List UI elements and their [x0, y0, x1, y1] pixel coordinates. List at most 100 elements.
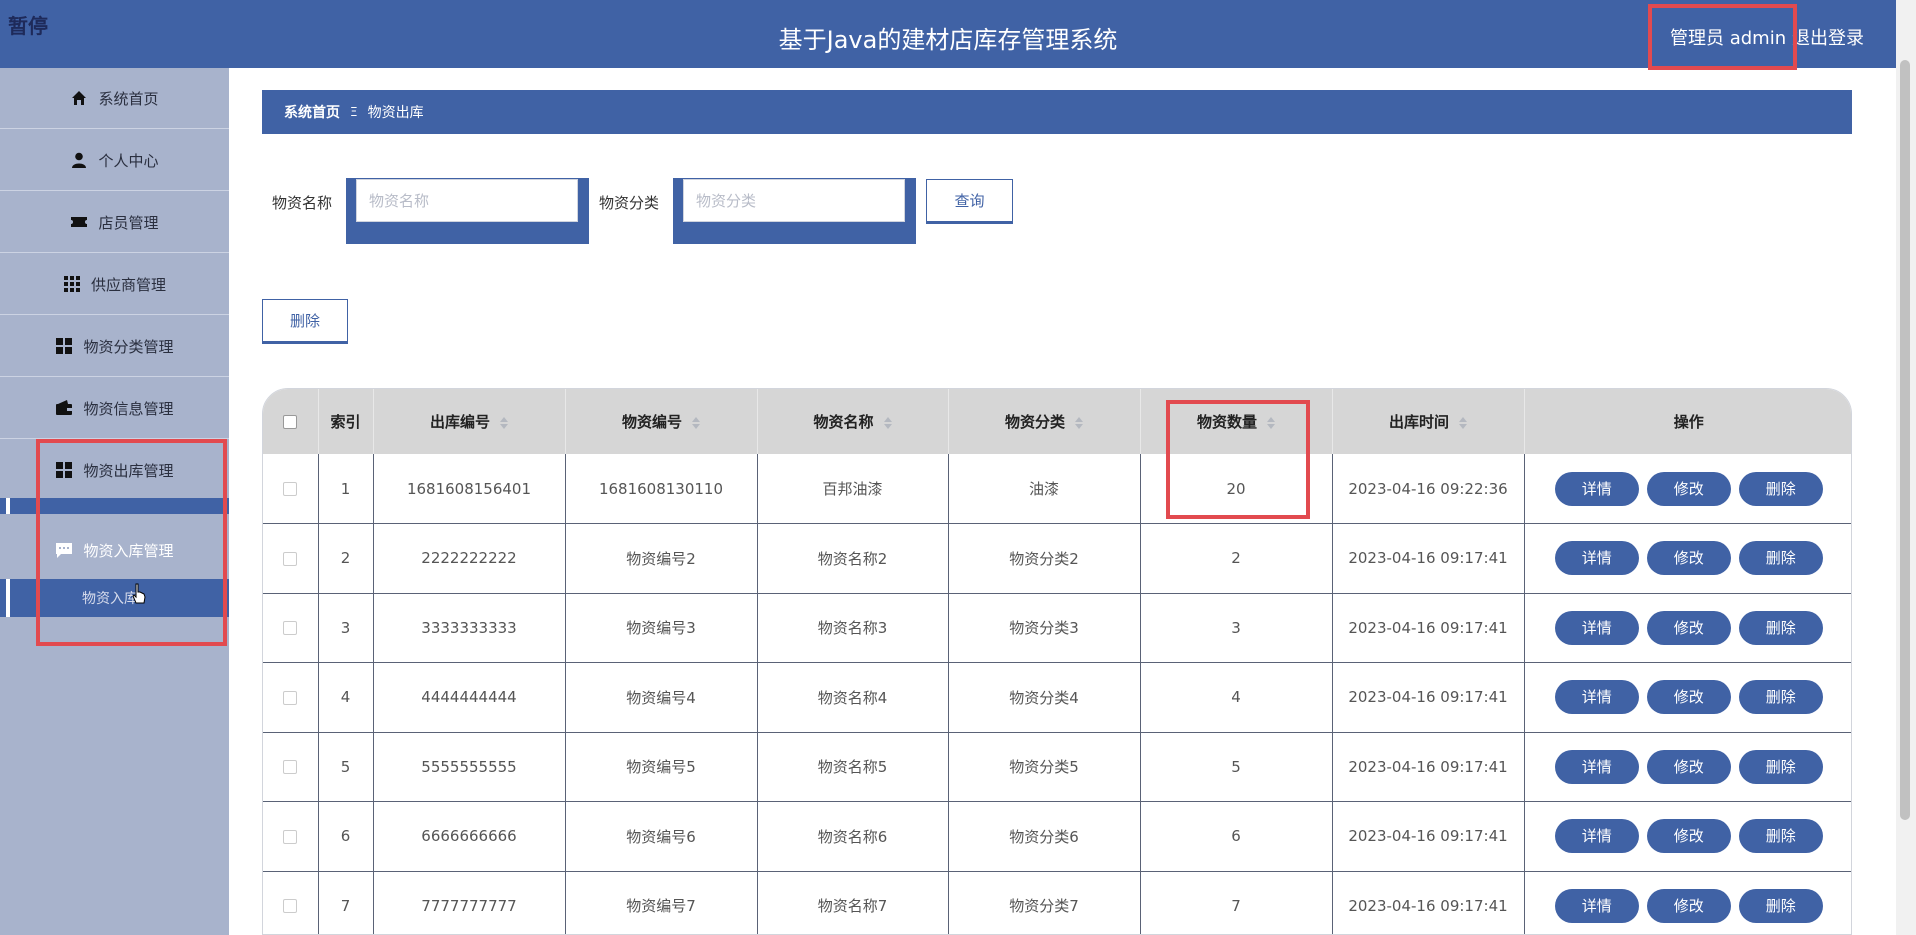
batch-delete-button[interactable]: 删除	[262, 299, 348, 344]
cell-quantity: 3	[1140, 593, 1333, 663]
row-checkbox[interactable]	[283, 899, 298, 914]
user-icon	[72, 152, 87, 168]
detail-button[interactable]: 详情	[1554, 471, 1639, 506]
cell-quantity: 6	[1140, 801, 1333, 872]
cell-quantity: 5	[1140, 732, 1333, 802]
delete-button[interactable]: 删除	[1738, 471, 1823, 506]
cell-name: 物资名称2	[757, 523, 949, 594]
cell-item-no: 物资编号6	[565, 801, 758, 872]
sidebar-item-personal-center[interactable]: 个人中心	[0, 130, 229, 191]
row-checkbox[interactable]	[283, 482, 298, 496]
sort-icon[interactable]	[1075, 416, 1083, 429]
query-button[interactable]: 查询	[926, 179, 1013, 224]
sidebar-item-material-info[interactable]: 物资信息管理	[0, 378, 229, 439]
detail-button[interactable]: 详情	[1554, 680, 1639, 715]
detail-button[interactable]: 详情	[1554, 888, 1639, 923]
select-all-checkbox[interactable]	[283, 415, 298, 429]
cell-out-no: 4444444444	[373, 662, 566, 733]
cell-index: 6	[318, 801, 374, 872]
cell-index: 3	[318, 593, 374, 663]
table-row: 6 6666666666 物资编号6 物资名称6 物资分类6 6 2023-04…	[263, 801, 1851, 872]
cell-item-no: 物资编号5	[565, 732, 758, 802]
cell-out-no: 5555555555	[373, 732, 566, 802]
cell-index: 1	[318, 454, 374, 524]
sidebar-highlight-box	[36, 439, 227, 646]
page-scrollbar-thumb[interactable]	[1900, 60, 1910, 820]
edit-button[interactable]: 修改	[1646, 888, 1731, 923]
detail-button[interactable]: 详情	[1554, 541, 1639, 576]
material-category-input[interactable]	[683, 179, 905, 222]
row-checkbox[interactable]	[283, 829, 298, 844]
sidebar-item-supplier[interactable]: 供应商管理	[0, 254, 229, 315]
wallet-icon	[56, 400, 73, 415]
cell-name: 物资名称4	[757, 662, 949, 733]
quantity-highlight-box	[1166, 400, 1310, 519]
sort-icon[interactable]	[883, 416, 892, 429]
cell-time: 2023-04-16 09:17:41	[1332, 801, 1525, 872]
detail-button[interactable]: 详情	[1554, 749, 1639, 784]
cell-index: 2	[318, 523, 374, 594]
delete-button[interactable]: 删除	[1738, 749, 1823, 784]
detail-button[interactable]: 详情	[1554, 819, 1639, 854]
sidebar-item-category[interactable]: 物资分类管理	[0, 316, 229, 377]
cell-quantity: 4	[1140, 662, 1333, 733]
delete-button[interactable]: 删除	[1738, 541, 1823, 576]
detail-button[interactable]: 详情	[1554, 610, 1639, 645]
sort-icon[interactable]	[692, 416, 700, 429]
select-all-cell[interactable]	[263, 389, 319, 454]
cell-category: 物资分类5	[948, 732, 1141, 802]
row-checkbox[interactable]	[283, 551, 298, 566]
sort-icon[interactable]	[500, 416, 508, 429]
cell-index: 5	[318, 732, 374, 802]
cell-category: 物资分类2	[948, 523, 1141, 594]
cell-quantity: 2	[1140, 523, 1333, 594]
cell-category: 油漆	[948, 454, 1141, 524]
delete-button[interactable]: 删除	[1738, 888, 1823, 923]
cell-item-no: 物资编号4	[565, 662, 758, 733]
delete-button[interactable]: 删除	[1738, 819, 1823, 854]
column-header[interactable]: 物资名称	[757, 389, 949, 454]
column-header[interactable]: 出库编号	[373, 389, 566, 454]
delete-button[interactable]: 删除	[1738, 610, 1823, 645]
edit-button[interactable]: 修改	[1646, 610, 1731, 645]
sidebar-item-label: 供应商管理	[90, 275, 166, 294]
cell-item-no: 物资编号7	[565, 871, 758, 934]
cell-actions: 详情 修改 删除	[1524, 662, 1851, 733]
column-header[interactable]: 物资编号	[565, 389, 758, 454]
cell-index: 4	[318, 662, 374, 733]
cell-out-no: 3333333333	[373, 593, 566, 663]
edit-button[interactable]: 修改	[1646, 680, 1731, 715]
edit-button[interactable]: 修改	[1646, 471, 1731, 506]
cell-actions: 详情 修改 删除	[1524, 871, 1851, 934]
material-category-label: 物资分类	[599, 194, 660, 212]
column-header[interactable]: 物资分类	[948, 389, 1141, 454]
cell-category: 物资分类6	[948, 801, 1141, 872]
admin-highlight-box	[1648, 4, 1797, 70]
cell-item-no: 物资编号3	[565, 593, 758, 663]
edit-button[interactable]: 修改	[1646, 541, 1731, 576]
cell-out-no: 2222222222	[373, 523, 566, 594]
row-checkbox[interactable]	[283, 690, 298, 705]
top-header: 暂停 基于Java的建材店库存管理系统 管理员 admin 退出登录	[0, 0, 1896, 68]
column-header[interactable]: 出库时间	[1332, 389, 1525, 454]
cell-name: 物资名称6	[757, 801, 949, 872]
edit-button[interactable]: 修改	[1646, 749, 1731, 784]
delete-button[interactable]: 删除	[1738, 680, 1823, 715]
cell-name: 百邦油漆	[757, 454, 949, 524]
home-icon	[72, 91, 87, 105]
cell-category: 物资分类3	[948, 593, 1141, 663]
cell-time: 2023-04-16 09:17:41	[1332, 871, 1525, 934]
row-checkbox[interactable]	[283, 760, 298, 775]
breadcrumb-home-link[interactable]: 系统首页	[284, 102, 340, 122]
column-header: 操作	[1524, 389, 1851, 454]
table-row: 4 4444444444 物资编号4 物资名称4 物资分类4 4 2023-04…	[263, 662, 1851, 733]
cell-time: 2023-04-16 09:17:41	[1332, 523, 1525, 594]
sidebar-item-home[interactable]: 系统首页	[0, 68, 229, 129]
row-checkbox[interactable]	[283, 621, 298, 636]
material-name-input[interactable]	[356, 179, 578, 222]
sort-icon[interactable]	[1459, 416, 1467, 429]
logout-link[interactable]: 退出登录	[1792, 24, 1864, 50]
breadcrumb-separator-icon: Ξ	[350, 105, 358, 119]
sidebar-item-staff[interactable]: 店员管理	[0, 192, 229, 253]
edit-button[interactable]: 修改	[1646, 819, 1731, 854]
